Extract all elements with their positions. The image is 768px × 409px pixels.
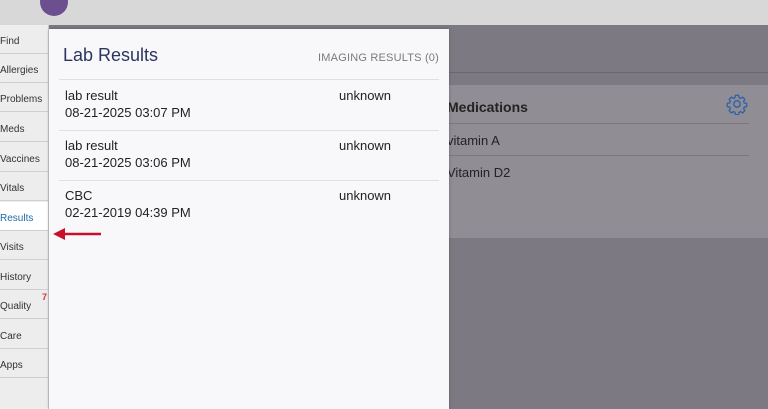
medications-title: Medications	[447, 99, 528, 115]
sidebar-item-label: Meds	[0, 124, 25, 135]
result-name: CBC	[65, 188, 93, 203]
notification-badge: 7	[41, 292, 47, 302]
sidebar-item-vitals[interactable]: Vitals	[0, 172, 48, 201]
sidebar-item-vaccines[interactable]: Vaccines	[0, 143, 48, 172]
divider	[441, 155, 749, 156]
result-status: unknown	[339, 88, 392, 103]
background-header	[449, 29, 768, 73]
result-status: unknown	[339, 188, 392, 203]
sidebar-item-label: Find	[0, 36, 20, 47]
sidebar-item-label: Allergies	[0, 65, 39, 76]
medication-item: Vitamin D2	[447, 165, 511, 180]
result-date: 02-21-2019 04:39 PM	[65, 205, 191, 220]
top-bar	[0, 0, 768, 25]
result-date: 08-21-2025 03:07 PM	[65, 105, 191, 120]
sidebar-item-label: Vaccines	[0, 154, 40, 165]
sidebar-item-label: Apps	[0, 360, 23, 371]
sidebar-item-label: Results	[0, 213, 34, 224]
sidebar-item-find[interactable]: Find	[0, 25, 48, 54]
sidebar-item-label: Problems	[0, 94, 43, 105]
sidebar-item-allergies[interactable]: Allergies	[0, 54, 48, 83]
avatar[interactable]	[40, 0, 68, 16]
sidebar-item-history[interactable]: History	[0, 261, 48, 290]
sidebar-item-care[interactable]: Care	[0, 320, 48, 349]
result-status: unknown	[339, 138, 392, 153]
sidebar-item-label: Care	[0, 331, 22, 342]
medications-card: Medications vitamin A Vitamin D2	[441, 85, 768, 238]
sidebar-item-label: Quality	[0, 301, 32, 312]
sidebar-item-problems[interactable]: Problems	[0, 83, 48, 112]
medication-item: vitamin A	[447, 133, 500, 148]
result-date: 08-21-2025 03:06 PM	[65, 155, 191, 170]
sidebar-item-results[interactable]: Results	[0, 202, 48, 231]
sidebar-item-meds[interactable]: Meds	[0, 113, 48, 142]
divider	[441, 123, 749, 124]
sidebar-item-label: History	[0, 272, 32, 283]
result-name: lab result	[65, 138, 118, 153]
sidebar-nav: Find Allergies Problems Meds Vaccines Vi…	[0, 25, 49, 409]
tab-imaging-results[interactable]: IMAGING RESULTS (0)	[318, 52, 439, 64]
lab-results-panel: Lab Results IMAGING RESULTS (0) lab resu…	[49, 29, 449, 409]
sidebar-item-apps[interactable]: Apps	[0, 349, 48, 378]
list-item[interactable]: lab result 08-21-2025 03:07 PM unknown	[49, 80, 449, 130]
gear-icon[interactable]	[726, 93, 748, 115]
panel-title: Lab Results	[63, 45, 159, 65]
sidebar-item-label: Vitals	[0, 183, 25, 194]
sidebar-item-label: Visits	[0, 242, 24, 253]
list-item[interactable]: lab result 08-21-2025 03:06 PM unknown	[49, 130, 449, 180]
sidebar-item-quality[interactable]: Quality 7	[0, 290, 48, 319]
arrow-left-icon	[53, 228, 101, 240]
sidebar-item-visits[interactable]: Visits	[0, 231, 48, 260]
result-name: lab result	[65, 88, 118, 103]
list-item[interactable]: CBC 02-21-2019 04:39 PM unknown	[49, 180, 449, 230]
